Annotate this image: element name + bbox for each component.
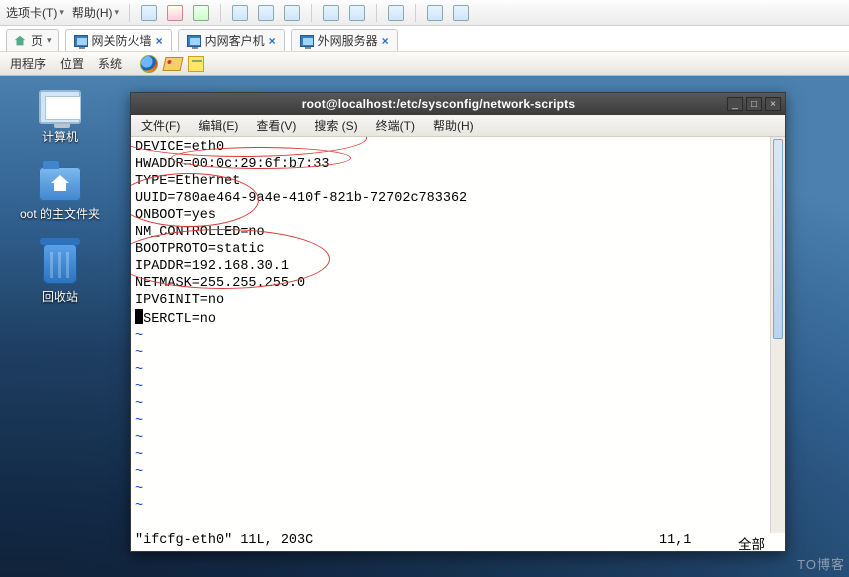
desktop-icon-label: 计算机 [42, 128, 78, 145]
vm-tab-label: 网关防火墙 [92, 32, 152, 49]
panel-menu-system[interactable]: 系统 [98, 55, 122, 72]
toolbar-icon-1[interactable] [140, 4, 158, 22]
toolbar-icon-11[interactable] [452, 4, 470, 22]
vm-tab-intranet-client[interactable]: 内网客户机 × [178, 29, 285, 51]
desktop-icon-label: oot 的主文件夹 [20, 205, 100, 222]
vm-running-icon [74, 35, 88, 47]
close-icon[interactable]: × [382, 34, 389, 48]
menu-search[interactable]: 搜索 (S) [314, 117, 357, 134]
toolbar-icon-9[interactable] [387, 4, 405, 22]
terminal-window: root@localhost:/etc/sysconfig/network-sc… [130, 92, 786, 552]
scrollbar-thumb[interactable] [773, 139, 783, 339]
computer-icon [39, 90, 81, 124]
firefox-icon[interactable] [140, 55, 158, 73]
toolbar-icon-3[interactable] [192, 4, 210, 22]
host-menu-tab[interactable]: 选项卡(T)▾ [6, 4, 64, 21]
terminal-scrollbar[interactable] [770, 137, 785, 533]
vm-tab-label: 页 [31, 32, 43, 49]
home-icon [13, 34, 27, 48]
vm-tab-label: 外网服务器 [318, 32, 378, 49]
status-file: "ifcfg-eth0" 11L, 203C [135, 533, 659, 549]
vim-status-line: "ifcfg-eth0" 11L, 203C 11,1 全部 [135, 533, 769, 549]
home-folder-icon [39, 167, 81, 201]
minimize-button[interactable]: _ [727, 97, 743, 111]
toolbar-icon-6[interactable] [283, 4, 301, 22]
panel-menu-places[interactable]: 位置 [60, 55, 84, 72]
sticky-note-icon[interactable] [188, 56, 204, 72]
menu-edit[interactable]: 编辑(E) [198, 117, 238, 134]
close-button[interactable]: × [765, 97, 781, 111]
vm-running-icon [187, 35, 201, 47]
vm-tab-label: 内网客户机 [205, 32, 265, 49]
status-cursor: 11,1 [659, 533, 719, 549]
toolbar-icon-10[interactable] [426, 4, 444, 22]
toolbar-icon-4[interactable] [231, 4, 249, 22]
chevron-down-icon: ▾ [47, 35, 52, 46]
desktop-background[interactable]: 计算机 oot 的主文件夹 回收站 root@localhost:/etc/sy… [0, 76, 849, 577]
terminal-menubar: 文件(F) 编辑(E) 查看(V) 搜索 (S) 终端(T) 帮助(H) [131, 115, 785, 137]
desktop-icon-computer[interactable]: 计算机 [39, 90, 81, 145]
terminal-body[interactable]: DEVICE=eth0 HWADDR=00:0c:29:6f:b7:33 TYP… [131, 137, 785, 551]
vm-tab-gateway-firewall[interactable]: 网关防火墙 × [65, 29, 172, 51]
panel-menu-applications[interactable]: 用程序 [10, 55, 46, 72]
toolbar-icon-5[interactable] [257, 4, 275, 22]
host-toolbar: 选项卡(T)▾ 帮助(H)▾ [0, 0, 849, 26]
desktop-icon-label: 回收站 [42, 288, 78, 305]
menu-terminal[interactable]: 终端(T) [376, 117, 415, 134]
close-icon[interactable]: × [269, 34, 276, 48]
vm-tab-home[interactable]: 页 ▾ [6, 29, 59, 51]
toolbar-icon-8[interactable] [348, 4, 366, 22]
guest-desktop: 用程序 位置 系统 计算机 oot 的主文件夹 [0, 52, 849, 577]
host-menu-help[interactable]: 帮助(H)▾ [72, 4, 119, 21]
desktop-icon-trash[interactable]: 回收站 [42, 244, 78, 305]
gnome-top-panel: 用程序 位置 系统 [0, 52, 849, 76]
menu-view[interactable]: 查看(V) [256, 117, 296, 134]
vm-running-icon [300, 35, 314, 47]
trash-icon [43, 244, 77, 284]
terminal-title: root@localhost:/etc/sysconfig/network-sc… [153, 97, 724, 111]
close-icon[interactable]: × [156, 34, 163, 48]
vm-tab-external-server[interactable]: 外网服务器 × [291, 29, 398, 51]
vm-tab-bar: 页 ▾ 网关防火墙 × 内网客户机 × 外网服务器 × [0, 26, 849, 52]
watermark: TO博客 [797, 554, 845, 573]
menu-file[interactable]: 文件(F) [141, 117, 180, 134]
menu-help[interactable]: 帮助(H) [433, 117, 474, 134]
terminal-titlebar[interactable]: root@localhost:/etc/sysconfig/network-sc… [131, 93, 785, 115]
file-manager-icon[interactable] [163, 57, 184, 71]
maximize-button[interactable]: □ [746, 97, 762, 111]
toolbar-icon-2[interactable] [166, 4, 184, 22]
status-scroll: 全部 [719, 533, 769, 549]
toolbar-icon-7[interactable] [322, 4, 340, 22]
desktop-icon-home[interactable]: oot 的主文件夹 [20, 167, 100, 222]
